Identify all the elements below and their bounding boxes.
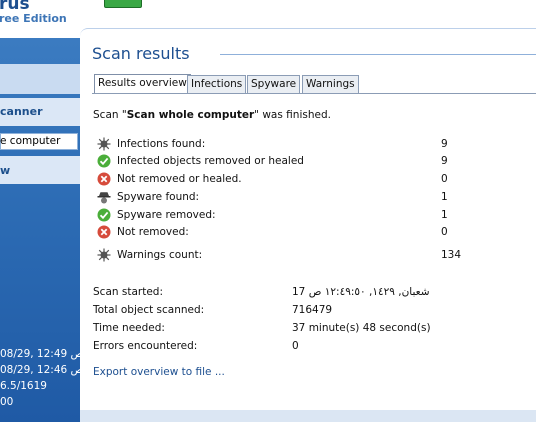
sidebar-item-view[interactable]: w xyxy=(0,164,10,177)
result-label: Not removed: xyxy=(117,226,189,238)
error-icon xyxy=(97,172,111,186)
info-label-total-scanned: Total object scanned: xyxy=(93,304,205,316)
result-value: 9 xyxy=(441,138,448,150)
result-row-infections-found: Infections found: 9 xyxy=(97,137,517,153)
error-icon xyxy=(97,225,111,239)
info-label-time-needed: Time needed: xyxy=(93,322,165,334)
result-row-not-removed-healed: Not removed or healed. 0 xyxy=(97,172,517,188)
result-row-spyware-not-removed: Not removed: 0 xyxy=(97,225,517,241)
result-label: Spyware removed: xyxy=(117,209,216,221)
result-label: Infections found: xyxy=(117,138,206,150)
result-label: Warnings count: xyxy=(117,249,203,261)
info-value-total-scanned: 716479 xyxy=(292,304,333,316)
result-row-spyware-found: Spyware found: 1 xyxy=(97,190,517,206)
check-icon xyxy=(97,208,111,222)
page-title: Scan results xyxy=(92,44,190,63)
title-divider xyxy=(220,54,536,55)
result-label: Infected objects removed or healed xyxy=(117,155,304,167)
tab-warnings[interactable]: Warnings xyxy=(302,75,359,93)
scan-msg-prefix: Scan " xyxy=(93,109,127,121)
scan-status-message: Scan "Scan whole computer" was finished. xyxy=(93,109,331,121)
scan-msg-target: Scan whole computer xyxy=(126,109,255,121)
sidebar-info-line: 6.5/1619 xyxy=(0,380,47,392)
info-value-time-needed: 37 minute(s) 48 second(s) xyxy=(292,322,431,334)
sidebar-info-line: 00 xyxy=(0,396,14,408)
tab-spyware[interactable]: Spyware xyxy=(247,75,301,93)
sidebar-info-line: 08/29, 12:46 ص xyxy=(0,364,80,376)
sidebar-item-target[interactable]: e computer xyxy=(0,135,60,147)
brand-area: rus ree Edition xyxy=(0,0,80,38)
info-label-errors: Errors encountered: xyxy=(93,340,198,352)
check-icon xyxy=(97,154,111,168)
spy-icon xyxy=(97,192,111,204)
info-value-errors: 0 xyxy=(292,340,299,352)
result-label: Not removed or healed. xyxy=(117,173,242,185)
result-value: 9 xyxy=(441,155,448,167)
sidebar-info-line: 08/29, 12:49 ص xyxy=(0,348,80,360)
result-value: 134 xyxy=(441,249,462,261)
scan-msg-suffix: " was finished. xyxy=(254,109,331,121)
result-row-warnings-count: Warnings count: 134 xyxy=(97,248,517,264)
tab-divider xyxy=(92,93,536,94)
result-value: 0 xyxy=(441,226,448,238)
brand-edition: ree Edition xyxy=(0,12,67,25)
info-label-scan-started: Scan started: xyxy=(93,286,163,298)
result-row-spyware-removed: Spyware removed: 1 xyxy=(97,208,517,224)
tab-results-overview[interactable]: Results overview xyxy=(94,74,191,94)
virus-icon xyxy=(97,137,111,151)
result-row-infected-removed: Infected objects removed or healed 9 xyxy=(97,154,517,170)
sidebar: rus ree Edition canner e computer w 08/2… xyxy=(0,0,80,422)
result-value: 0 xyxy=(441,173,448,185)
result-value: 1 xyxy=(441,191,448,203)
warning-icon xyxy=(97,248,111,262)
tab-infections[interactable]: Infections xyxy=(187,75,247,93)
export-overview-link[interactable]: Export overview to file ... xyxy=(93,366,225,378)
app-logo-icon xyxy=(104,0,142,8)
sidebar-item-view-bg[interactable] xyxy=(0,156,80,184)
result-value: 1 xyxy=(441,209,448,221)
sidebar-item-scanner[interactable]: canner xyxy=(0,105,43,118)
sidebar-section-header xyxy=(0,64,80,94)
panel-footer-strip xyxy=(80,410,536,422)
info-value-scan-started: شعبان, ١٤٢٩, ١٢:٤٩:٥٠ ص 17 xyxy=(292,286,430,298)
result-label: Spyware found: xyxy=(117,191,200,203)
